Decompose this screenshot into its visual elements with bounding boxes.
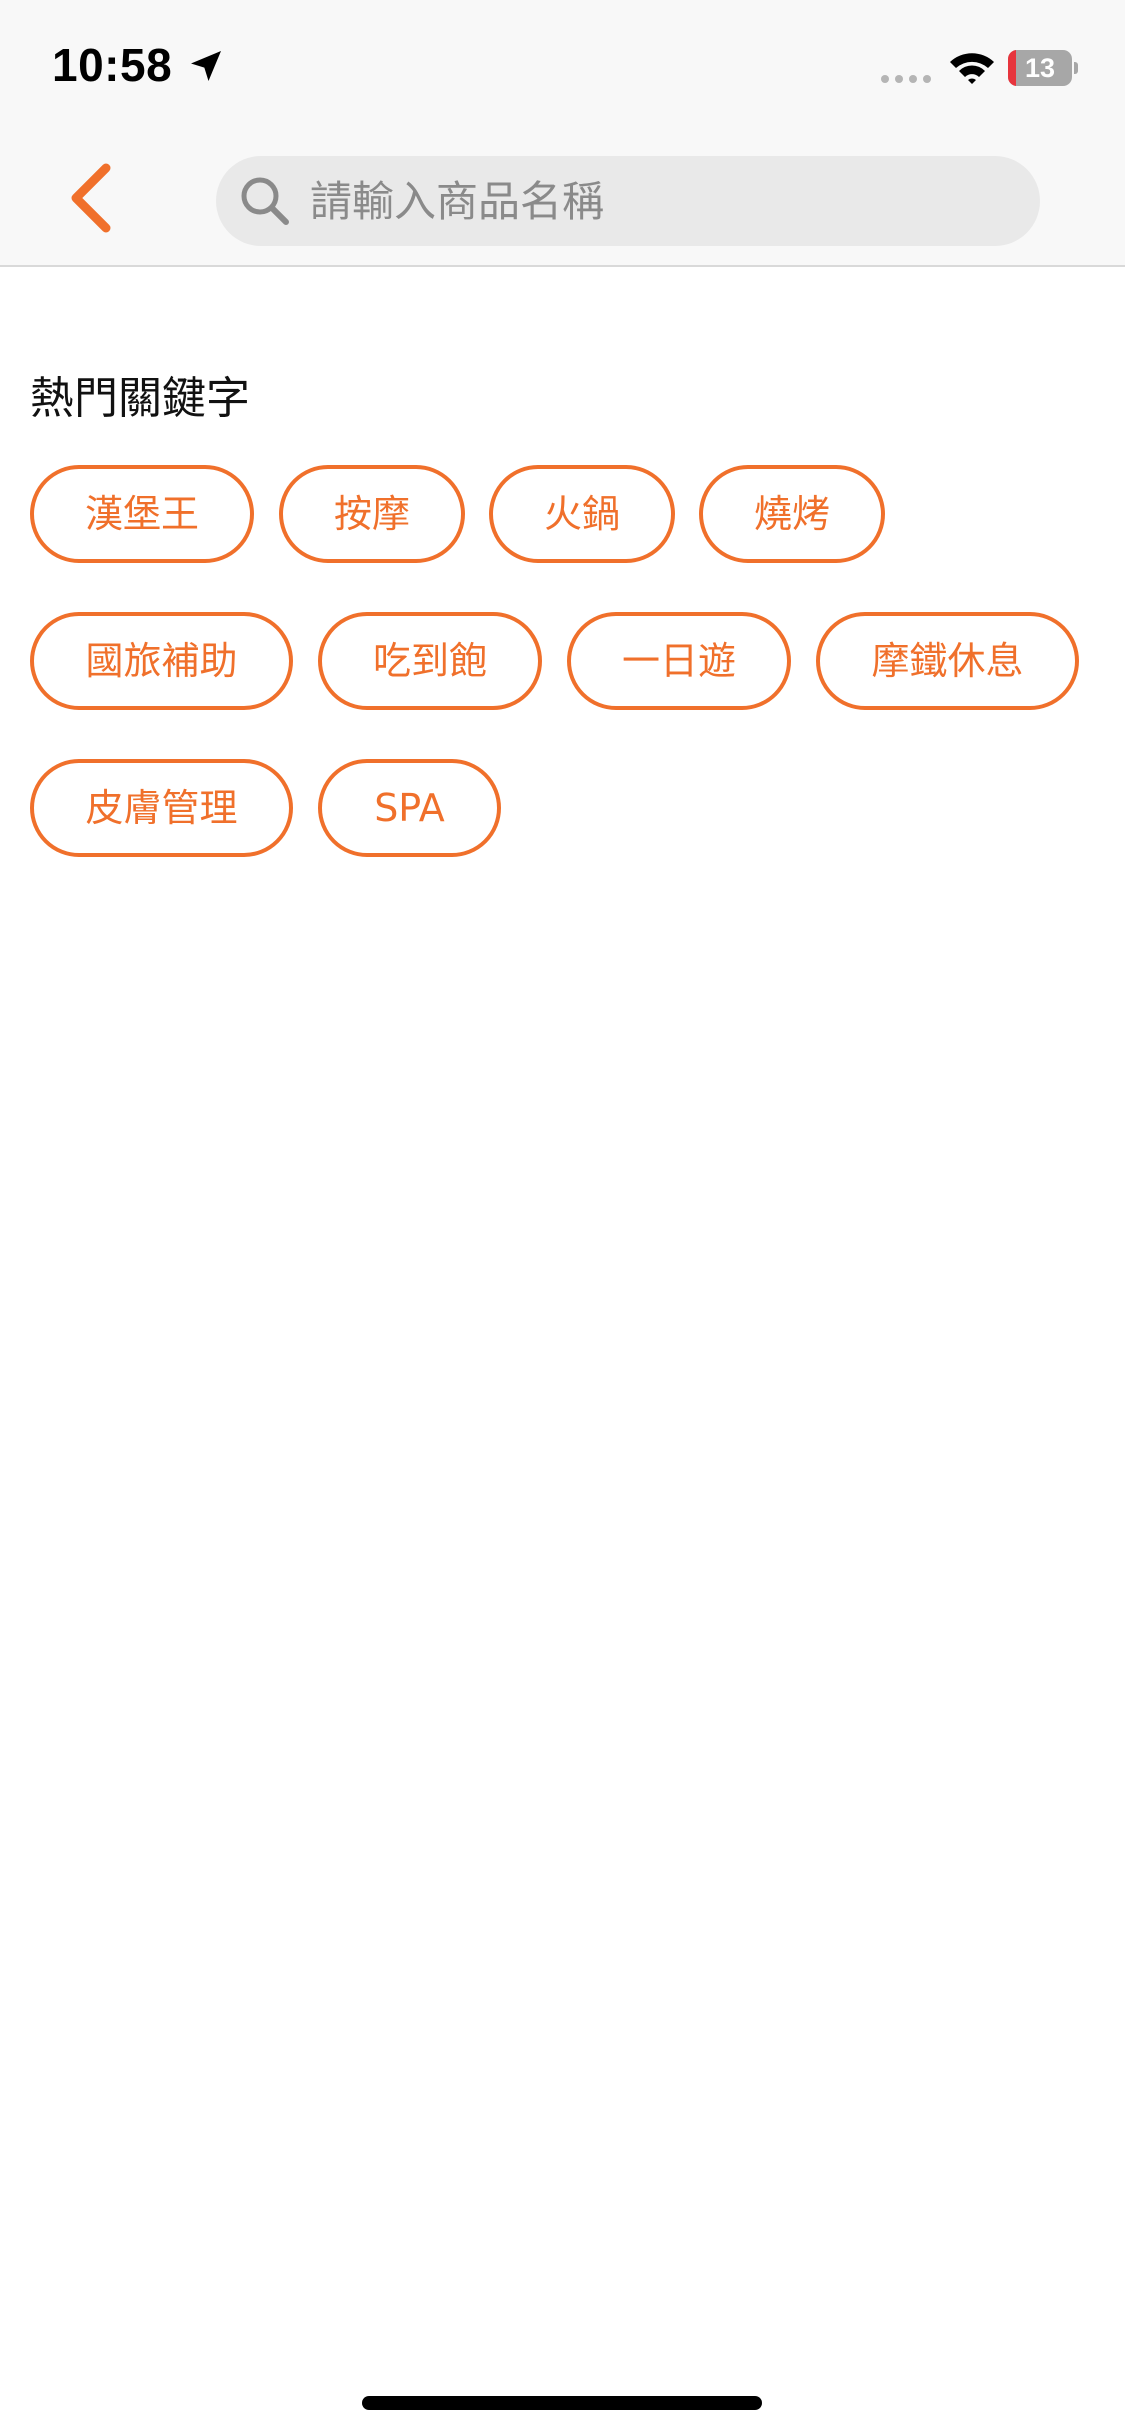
wifi-icon [950,53,994,84]
keyword-tag-travel-subsidy[interactable]: 國旅補助 [30,612,293,710]
status-time: 10:58 [52,39,173,91]
keyword-tag-motel-rest[interactable]: 摩鐵休息 [816,612,1079,710]
keyword-tag-day-trip[interactable]: 一日遊 [567,612,791,710]
keyword-tag-bbq[interactable]: 燒烤 [699,465,885,563]
battery-icon: 13 [1008,50,1078,86]
keyword-tag-burger-king[interactable]: 漢堡王 [30,465,254,563]
search-icon [241,177,289,225]
keyword-tag-massage[interactable]: 按摩 [279,465,465,563]
location-arrow-icon [191,51,221,81]
hot-keywords-title: 熱門關鍵字 [30,373,250,424]
battery-cap [1074,62,1078,74]
search-bar[interactable] [216,156,1040,246]
keyword-tag-hot-pot[interactable]: 火鍋 [489,465,675,563]
chevron-left-icon [71,163,111,233]
top-bar: 10:58 13 [0,0,1125,267]
home-indicator [362,2396,762,2410]
keyword-tag-skin-care[interactable]: 皮膚管理 [30,759,293,857]
keyword-tag-spa[interactable]: SPA [318,759,501,857]
back-button[interactable] [62,160,122,236]
search-input[interactable] [310,156,1010,246]
keyword-tag-buffet[interactable]: 吃到飽 [318,612,542,710]
signal-dots-icon [881,75,931,83]
battery-percentage: 13 [1024,53,1056,83]
battery-body: 13 [1008,50,1072,86]
